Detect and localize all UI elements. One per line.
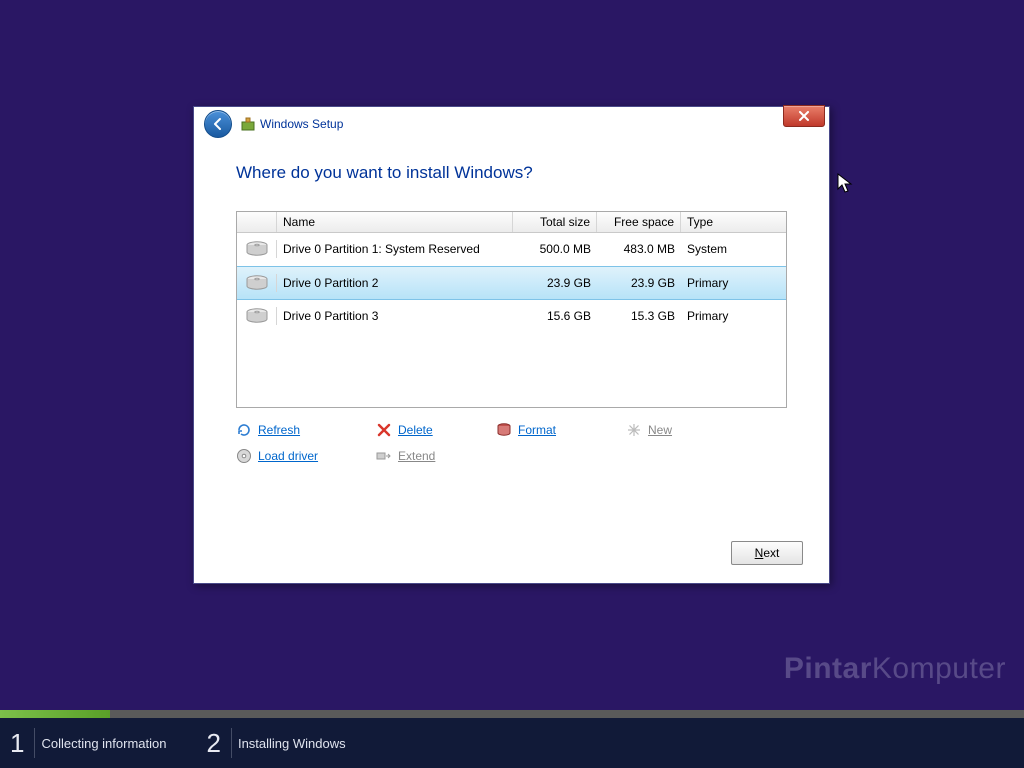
- cell-type: Primary: [681, 276, 786, 290]
- watermark-a: Pintar: [784, 652, 872, 685]
- action-row: Refresh Delete Format New Load driver Ex…: [236, 422, 787, 464]
- window-title: Windows Setup: [260, 117, 343, 131]
- cell-total: 500.0 MB: [513, 242, 597, 256]
- col-type[interactable]: Type: [681, 212, 786, 232]
- close-button[interactable]: [783, 105, 825, 127]
- table-header: Name Total size Free space Type: [237, 212, 786, 233]
- progress-fill: [0, 710, 110, 718]
- col-name[interactable]: Name: [277, 212, 513, 232]
- back-button[interactable]: [204, 110, 232, 138]
- format-link[interactable]: Format: [518, 423, 556, 437]
- extend-icon: [376, 448, 392, 464]
- delete-icon: [376, 422, 392, 438]
- cell-name: Drive 0 Partition 2: [277, 276, 513, 290]
- format-icon: [496, 422, 512, 438]
- drive-icon: [237, 274, 277, 292]
- partition-table: Name Total size Free space Type Drive 0 …: [236, 211, 787, 408]
- cell-free: 23.9 GB: [597, 276, 681, 290]
- step-2: 2 Installing Windows: [206, 728, 345, 759]
- table-body: Drive 0 Partition 1: System Reserved500.…: [237, 233, 786, 333]
- refresh-link[interactable]: Refresh: [258, 423, 300, 437]
- extend-link: Extend: [398, 449, 435, 463]
- cell-type: Primary: [681, 309, 786, 323]
- step-2-label: Installing Windows: [238, 736, 346, 751]
- drive-icon: [237, 240, 277, 258]
- load-driver-link[interactable]: Load driver: [258, 449, 318, 463]
- cell-name: Drive 0 Partition 3: [277, 309, 513, 323]
- new-link: New: [648, 423, 672, 437]
- delete-link[interactable]: Delete: [398, 423, 433, 437]
- table-row[interactable]: Drive 0 Partition 1: System Reserved500.…: [237, 233, 786, 266]
- refresh-action[interactable]: Refresh: [236, 422, 376, 438]
- cell-total: 23.9 GB: [513, 276, 597, 290]
- next-label-rest: ext: [763, 546, 779, 560]
- titlebar: Windows Setup: [194, 107, 829, 141]
- table-row[interactable]: Drive 0 Partition 223.9 GB23.9 GBPrimary: [237, 266, 786, 300]
- dialog-content: Where do you want to install Windows? Na…: [194, 141, 829, 464]
- progress-bar: [0, 710, 1024, 718]
- cell-total: 15.6 GB: [513, 309, 597, 323]
- watermark-b: Komputer: [872, 652, 1006, 685]
- extend-action: Extend: [376, 448, 496, 464]
- setup-dialog: Windows Setup Where do you want to insta…: [193, 106, 830, 584]
- load-driver-action[interactable]: Load driver: [236, 448, 376, 464]
- setup-icon: [240, 116, 256, 132]
- step-footer: 1 Collecting information 2 Installing Wi…: [0, 718, 1024, 768]
- new-action: New: [626, 422, 746, 438]
- back-arrow-icon: [210, 116, 226, 132]
- format-action[interactable]: Format: [496, 422, 626, 438]
- drive-icon: [237, 307, 277, 325]
- step-2-number: 2: [206, 728, 220, 759]
- watermark: PintarKomputer: [784, 652, 1006, 686]
- col-total[interactable]: Total size: [513, 212, 597, 232]
- page-heading: Where do you want to install Windows?: [236, 163, 787, 183]
- mouse-cursor-icon: [837, 173, 853, 195]
- new-icon: [626, 422, 642, 438]
- cell-free: 483.0 MB: [597, 242, 681, 256]
- step-1: 1 Collecting information: [10, 728, 166, 759]
- cell-type: System: [681, 242, 786, 256]
- cell-free: 15.3 GB: [597, 309, 681, 323]
- close-icon: [797, 111, 811, 121]
- step-1-label: Collecting information: [41, 736, 166, 751]
- step-1-number: 1: [10, 728, 24, 759]
- disc-icon: [236, 448, 252, 464]
- cell-name: Drive 0 Partition 1: System Reserved: [277, 242, 513, 256]
- col-free[interactable]: Free space: [597, 212, 681, 232]
- delete-action[interactable]: Delete: [376, 422, 496, 438]
- next-button[interactable]: Next: [731, 541, 803, 565]
- refresh-icon: [236, 422, 252, 438]
- table-row[interactable]: Drive 0 Partition 315.6 GB15.3 GBPrimary: [237, 300, 786, 333]
